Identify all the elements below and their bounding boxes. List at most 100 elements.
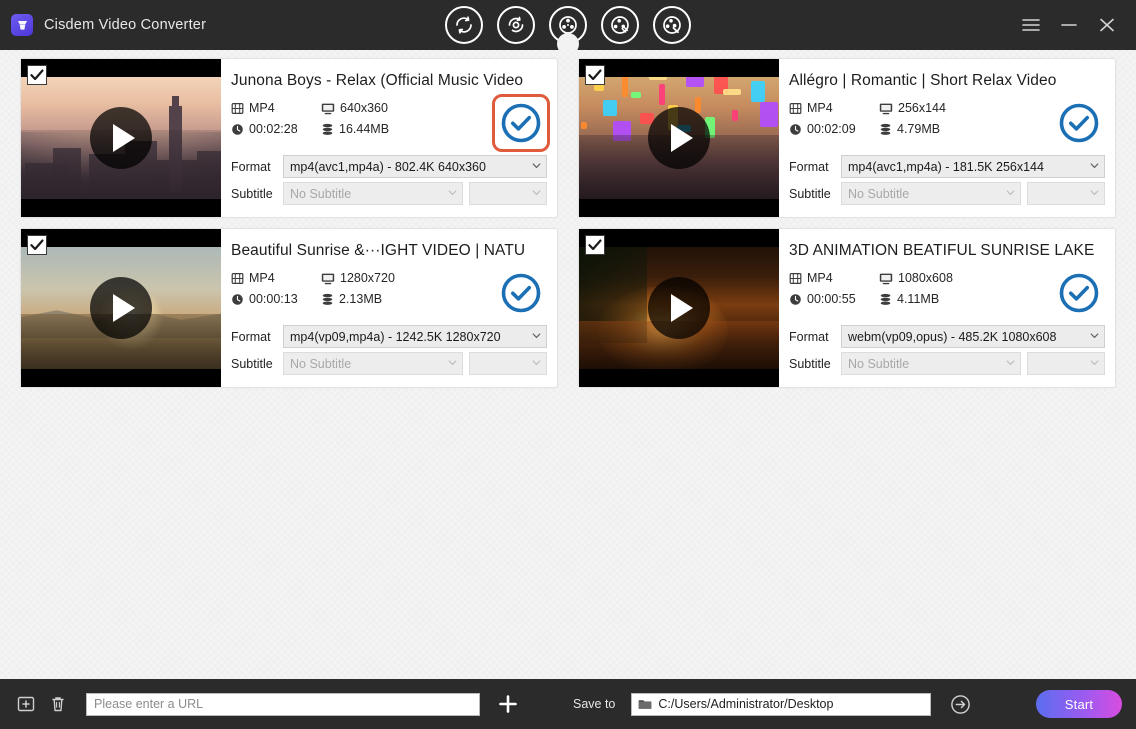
subtitle-label: Subtitle (231, 186, 273, 201)
chevron-down-icon (1089, 187, 1100, 201)
video-meta: MP4 640x360 00:02:28 16.44MB (231, 101, 481, 136)
film-icon (789, 102, 802, 115)
subtitle-select[interactable]: No Subtitle (841, 352, 1021, 375)
subtitle-language-select[interactable] (1027, 182, 1105, 205)
play-button[interactable] (648, 277, 710, 339)
format-select-value: webm(vp09,opus) - 485.2K 1080x608 (848, 329, 1057, 344)
check-circle-icon[interactable] (499, 271, 543, 315)
play-button[interactable] (90, 107, 152, 169)
check-circle-icon[interactable] (492, 94, 550, 152)
film-icon (789, 272, 802, 285)
chevron-down-icon (1005, 357, 1016, 371)
select-checkbox[interactable] (585, 65, 605, 85)
format-select[interactable]: mp4(avc1,mp4a) - 181.5K 256x144 (841, 155, 1105, 178)
video-thumbnail[interactable] (579, 59, 779, 217)
arrow-right-circle-icon[interactable] (948, 692, 972, 716)
format-select[interactable]: webm(vp09,opus) - 485.2K 1080x608 (841, 325, 1105, 348)
meta-resolution-value: 1280x720 (340, 271, 395, 285)
meta-filesize: 4.79MB (879, 122, 1039, 136)
check-circle-icon[interactable] (1057, 271, 1101, 315)
chevron-down-icon (1089, 160, 1100, 174)
meta-format: MP4 (789, 101, 879, 115)
play-button[interactable] (90, 277, 152, 339)
meta-filesize: 16.44MB (321, 122, 481, 136)
video-title: 3D ANIMATION BEATIFUL SUNRISE LAKE (789, 242, 1095, 259)
video-thumbnail[interactable] (579, 229, 779, 387)
format-row: Format mp4(vp09,mp4a) - 1242.5K 1280x720 (231, 325, 547, 348)
video-title: Allégro | Romantic | Short Relax Video (789, 72, 1057, 89)
format-select-value: mp4(avc1,mp4a) - 181.5K 256x144 (848, 159, 1044, 174)
subtitle-label: Subtitle (231, 356, 273, 371)
video-thumbnail[interactable] (21, 59, 221, 217)
folder-icon (638, 698, 652, 710)
meta-duration-value: 00:02:09 (807, 122, 856, 136)
format-label: Format (231, 159, 271, 174)
subtitle-row: Subtitle No Subtitle (789, 182, 1105, 205)
subtitle-select-value: No Subtitle (290, 356, 352, 371)
select-checkbox[interactable] (27, 65, 47, 85)
format-select-value: mp4(avc1,mp4a) - 802.4K 640x360 (290, 159, 486, 174)
subtitle-select-value: No Subtitle (290, 186, 352, 201)
video-card[interactable]: Allégro | Romantic | Short Relax Video MP… (578, 58, 1116, 218)
subtitle-language-select[interactable] (469, 352, 547, 375)
meta-filesize-value: 4.11MB (897, 292, 940, 306)
video-thumbnail[interactable] (21, 229, 221, 387)
hamburger-icon[interactable] (1016, 10, 1046, 40)
film-reel-tools-icon[interactable] (653, 6, 691, 44)
monitor-icon (321, 272, 335, 285)
download-circle-icon[interactable] (497, 6, 535, 44)
format-select[interactable]: mp4(vp09,mp4a) - 1242.5K 1280x720 (283, 325, 547, 348)
add-box-icon[interactable] (14, 692, 38, 716)
check-circle-icon[interactable] (1057, 101, 1101, 145)
select-checkbox[interactable] (585, 235, 605, 255)
subtitle-label: Subtitle (789, 356, 831, 371)
film-reel-edit-icon[interactable] (601, 6, 639, 44)
url-input[interactable]: Please enter a URL (86, 692, 480, 716)
meta-format: MP4 (231, 101, 321, 115)
url-placeholder: Please enter a URL (94, 697, 204, 711)
start-button[interactable]: Start (1036, 690, 1122, 718)
play-button[interactable] (648, 107, 710, 169)
format-row: Format webm(vp09,opus) - 485.2K 1080x608 (789, 325, 1105, 348)
save-path-input[interactable]: C:/Users/Administrator/Desktop (631, 692, 932, 716)
subtitle-select[interactable]: No Subtitle (283, 182, 463, 205)
save-path-value: C:/Users/Administrator/Desktop (658, 697, 834, 711)
meta-filesize-value: 16.44MB (339, 122, 390, 136)
window-controls (1016, 10, 1136, 40)
subtitle-row: Subtitle No Subtitle (231, 182, 547, 205)
video-info: Junona Boys - Relax (Official Music Vide… (221, 59, 557, 217)
select-checkbox[interactable] (27, 235, 47, 255)
video-card[interactable]: Beautiful Sunrise &···IGHT VIDEO | NATU M… (20, 228, 558, 388)
subtitle-language-select[interactable] (1027, 352, 1105, 375)
subtitle-language-select[interactable] (469, 182, 547, 205)
meta-duration: 00:02:28 (231, 122, 321, 136)
subtitle-select-value: No Subtitle (848, 356, 910, 371)
video-card-grid: Junona Boys - Relax (Official Music Vide… (0, 50, 1136, 388)
meta-format-value: MP4 (807, 101, 833, 115)
video-card[interactable]: Junona Boys - Relax (Official Music Vide… (20, 58, 558, 218)
chevron-down-icon (531, 357, 542, 371)
video-title: Junona Boys - Relax (Official Music Vide… (231, 72, 524, 89)
meta-resolution: 640x360 (321, 101, 481, 115)
trash-icon[interactable] (46, 692, 70, 716)
subtitle-select[interactable]: No Subtitle (841, 182, 1021, 205)
meta-format-value: MP4 (249, 271, 275, 285)
chevron-down-icon (531, 160, 542, 174)
close-icon[interactable] (1092, 10, 1122, 40)
video-title: Beautiful Sunrise &···IGHT VIDEO | NATU (231, 242, 526, 259)
format-select[interactable]: mp4(avc1,mp4a) - 802.4K 640x360 (283, 155, 547, 178)
film-reel-icon[interactable] (549, 6, 587, 44)
disk-icon (321, 293, 334, 306)
video-info: Allégro | Romantic | Short Relax Video MP… (779, 59, 1115, 217)
video-card[interactable]: 3D ANIMATION BEATIFUL SUNRISE LAKE MP4 108… (578, 228, 1116, 388)
subtitle-label: Subtitle (789, 186, 831, 201)
add-url-button[interactable] (495, 691, 521, 717)
convert-circle-icon[interactable] (445, 6, 483, 44)
subtitle-select-value: No Subtitle (848, 186, 910, 201)
minimize-icon[interactable] (1054, 10, 1084, 40)
clock-icon (231, 293, 244, 306)
film-icon (231, 102, 244, 115)
subtitle-select[interactable]: No Subtitle (283, 352, 463, 375)
meta-resolution: 1080x608 (879, 271, 1039, 285)
monitor-icon (879, 102, 893, 115)
